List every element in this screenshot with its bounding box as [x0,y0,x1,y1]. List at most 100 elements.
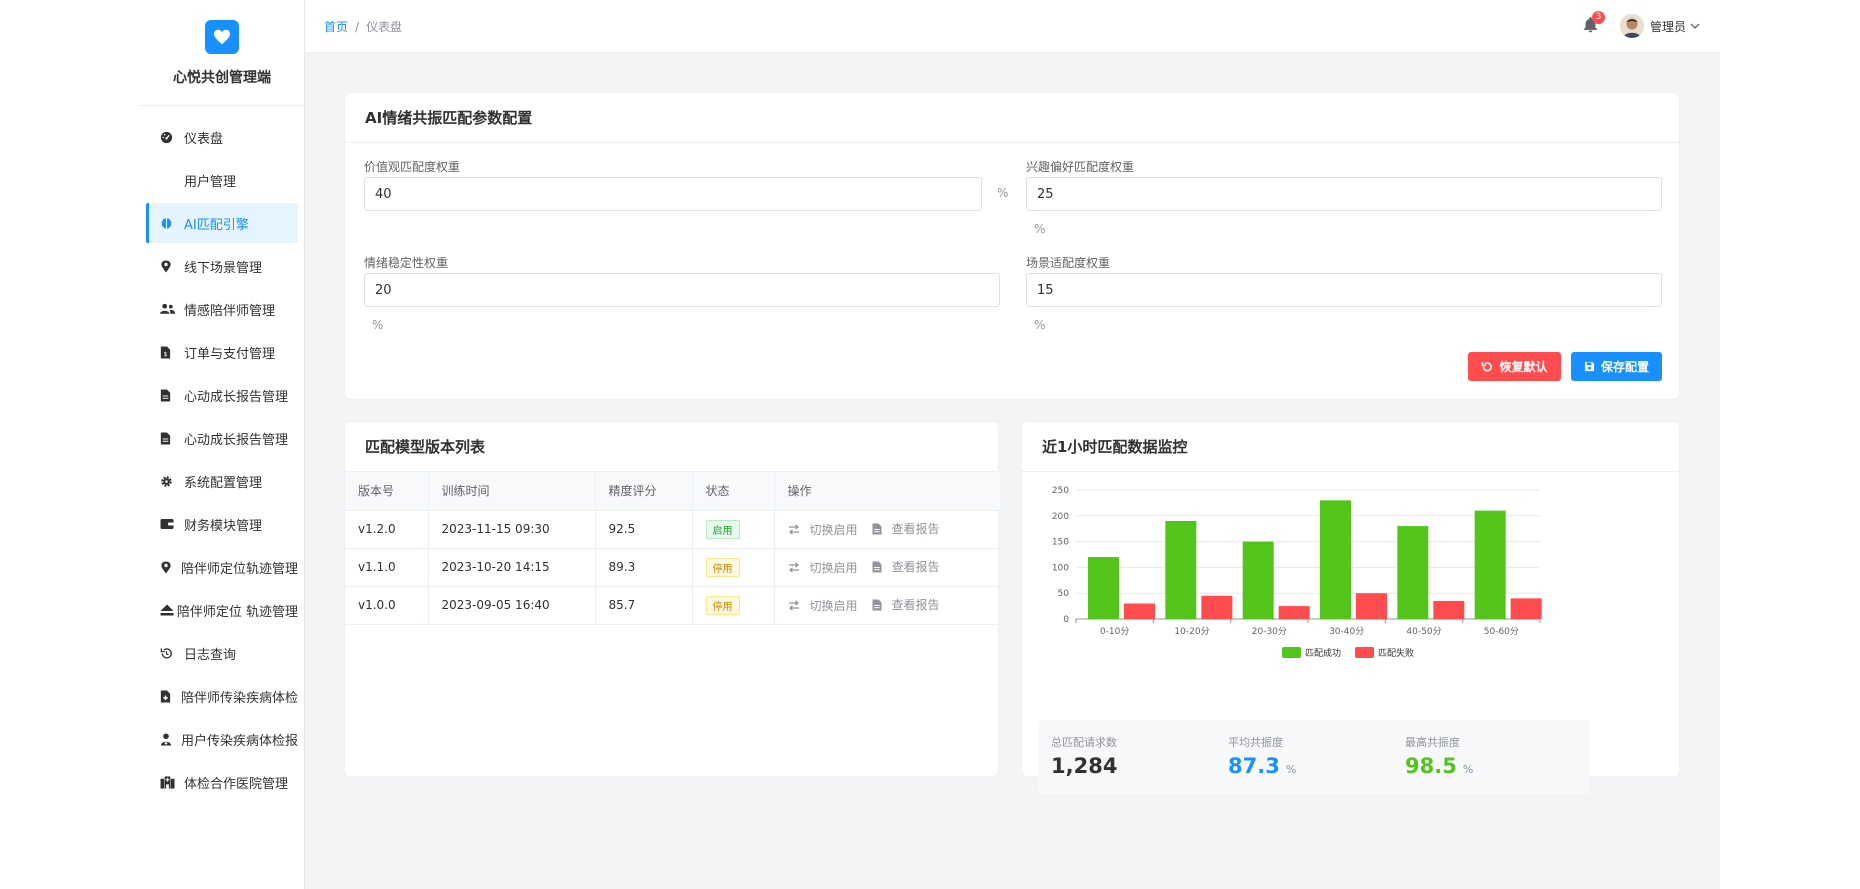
y-tick-label: 50 [1058,589,1070,599]
sidebar-item-10[interactable]: 陪伴师定位轨迹管理 [146,547,298,587]
sidebar-item-label: 用户传染疾病体检报 [180,733,298,749]
value-weight-label: 价值观匹配度权重 [364,160,461,174]
reset-default-button[interactable]: 恢复默认 [1468,352,1561,381]
stat-value-row: 87.3% [1228,754,1413,778]
save-config-button[interactable]: 保存配置 [1571,352,1662,381]
stat-unit: % [1462,763,1474,776]
stat-label: 总匹配请求数 [1051,736,1117,749]
topbar: 首页 / 仪表盘 3 管理员 [305,0,1720,53]
switch-enable-button[interactable]: 切换启用 [788,597,858,614]
breadcrumb-home-link[interactable]: 首页 [324,20,348,34]
brain-icon [160,217,184,230]
sidebar-item-14[interactable]: 用户传染疾病体检报 [146,719,298,759]
emotion-weight-label: 情绪稳定性权重 [364,256,449,270]
bar [1242,541,1274,619]
y-tick-label: 250 [1052,486,1069,496]
bar [1356,593,1387,619]
sidebar-item-5[interactable]: $ 订单与支付管理 [146,332,298,372]
x-tick-label: 20-30分 [1252,626,1287,637]
sidebar-item-label: 订单与支付管理 [184,346,276,362]
sidebar-item-0[interactable]: 仪表盘 [146,117,298,157]
dashboard-icon [160,131,184,144]
bar [1474,510,1506,619]
train-time-cell: 2023-10-20 14:15 [428,548,596,587]
invoice-icon: $ [160,345,184,359]
sidebar-item-label: 用户管理 [184,174,237,190]
file-medical-icon [160,689,181,703]
view-report-button[interactable]: 查看报告 [872,596,940,613]
users-icon [160,303,184,315]
sidebar-item-1[interactable]: 用户管理 [146,160,298,200]
view-report-label: 查看报告 [891,522,940,537]
emotion-weight-input[interactable]: 20 [364,273,1000,307]
bar [1433,600,1465,619]
sidebar-item-label: 陪伴师定位轨迹管理 [180,561,298,577]
chevron-down-icon[interactable] [1690,21,1700,31]
config-card-title: AI情绪共振匹配参数配置 [345,93,1679,143]
stat-value-row: 98.5% [1405,754,1590,778]
save-icon [1584,361,1595,372]
save-config-label: 保存配置 [1600,360,1649,374]
view-report-button[interactable]: 查看报告 [872,520,940,537]
hospital-icon [160,775,184,789]
value-weight-unit: % [997,186,1009,200]
sidebar-item-15[interactable]: 体检合作医院管理 [146,762,298,802]
view-report-label: 查看报告 [891,598,940,613]
gear-icon [160,475,184,488]
sidebar-item-4[interactable]: 情感陪伴师管理 [146,289,298,329]
monitor-card-title: 近1小时匹配数据监控 [1022,422,1679,472]
sidebar-item-8[interactable]: 系统配置管理 [146,461,298,501]
legend-swatch [1282,647,1301,658]
file-icon [160,388,184,402]
map-marker-icon [160,560,181,574]
legend-swatch [1355,647,1374,658]
actions-cell: 切换启用 查看报告 [774,510,1000,549]
main-content: AI情绪共振匹配参数配置 价值观匹配度权重 40 % 兴趣偏好匹配度权重 25 … [305,53,1720,889]
stat-label: 最高共振度 [1405,736,1460,749]
user-name[interactable]: 管理员 [1650,18,1686,35]
table-header-row: 版本号 训练时间 精度评分 状态 操作 [345,472,1000,511]
y-tick-label: 200 [1052,512,1069,522]
sidebar-item-9[interactable]: 财务模块管理 [146,504,298,544]
sidebar-item-7[interactable]: 心动成长报告管理 [146,418,298,458]
file-icon [160,431,184,445]
x-tick-label: 10-20分 [1174,626,1209,637]
score-cell: 85.7 [595,586,693,625]
eject-icon [160,604,177,616]
table-row: v1.0.0 2023-09-05 16:40 85.7 停用 切换启用 查看报告 [345,586,1000,625]
status-cell: 停用 [692,548,775,587]
sidebar-item-3[interactable]: 线下场景管理 [146,246,298,286]
sidebar-menu: 仪表盘 用户管理 AI匹配引擎 线下场景管理 情感陪伴师管理 $ 订单与支付管理 心动成长报告… [140,106,304,802]
view-report-button[interactable]: 查看报告 [872,558,940,575]
sidebar-item-2[interactable]: AI匹配引擎 [146,203,298,243]
avatar[interactable] [1619,14,1644,38]
sidebar-item-11[interactable]: 陪伴师定位 轨迹管理 [146,590,298,630]
switch-enable-button[interactable]: 切换启用 [788,559,858,576]
config-card: AI情绪共振匹配参数配置 价值观匹配度权重 40 % 兴趣偏好匹配度权重 25 … [344,92,1680,400]
sidebar-item-13[interactable]: 陪伴师传染疾病体检 [146,676,298,716]
sidebar-item-label: 仪表盘 [184,131,224,147]
bar [1320,500,1351,619]
sidebar-item-label: 陪伴师定位 轨迹管理 [176,604,298,620]
scene-weight-input[interactable]: 15 [1026,273,1662,307]
map-marker-icon [160,259,184,273]
sidebar-item-6[interactable]: 心动成长报告管理 [146,375,298,415]
switch-enable-button[interactable]: 切换启用 [788,521,858,538]
versions-card-title: 匹配模型版本列表 [345,422,998,472]
reset-default-label: 恢复默认 [1499,360,1548,374]
document-icon [872,599,887,611]
sidebar-item-label: 系统配置管理 [184,475,263,491]
bar [1088,557,1119,619]
notification-bell[interactable]: 3 [1583,10,1605,36]
value-weight-input[interactable]: 40 [364,177,982,211]
monitor-card: 近1小时匹配数据监控 0 50 100 150 200 250 0-10分 10-20分 20-… [1021,421,1680,794]
x-tick-label: 40-50分 [1406,626,1441,637]
interest-weight-input[interactable]: 25 [1026,177,1662,211]
brand: 心悦共创管理端 [140,0,304,106]
interest-weight-label: 兴趣偏好匹配度权重 [1026,160,1135,174]
emotion-weight-unit: % [372,318,384,332]
train-time-cell: 2023-11-15 09:30 [428,510,596,549]
breadcrumb-current: 仪表盘 [366,20,403,34]
sidebar-item-12[interactable]: 日志查询 [146,633,298,673]
stat-value: 87.3 [1228,754,1280,778]
